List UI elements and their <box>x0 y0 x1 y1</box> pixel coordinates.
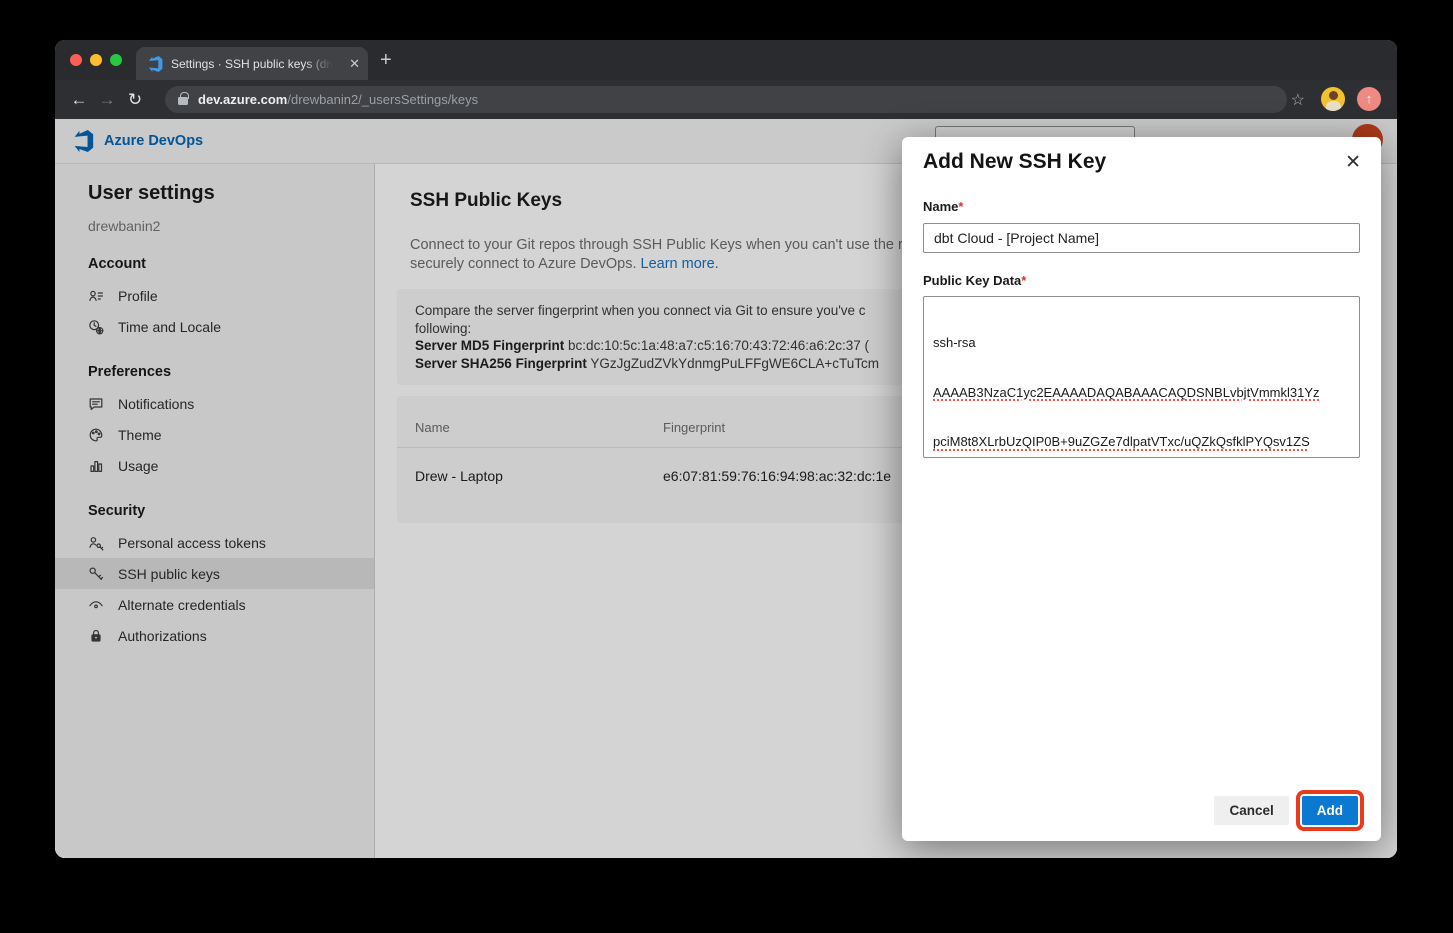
cancel-button[interactable]: Cancel <box>1214 796 1288 825</box>
address-bar[interactable]: dev.azure.com/drewbanin2/_usersSettings/… <box>165 86 1287 113</box>
close-icon[interactable]: ✕ <box>1345 151 1361 174</box>
browser-toolbar: ← → ↻ dev.azure.com/drewbanin2/_usersSet… <box>55 80 1397 119</box>
back-icon[interactable]: ← <box>65 90 93 110</box>
forward-icon[interactable]: → <box>93 90 121 110</box>
new-tab-button[interactable]: + <box>380 49 392 72</box>
name-field[interactable] <box>923 223 1360 253</box>
browser-profile-avatar[interactable] <box>1321 87 1345 111</box>
url-host: dev.azure.com <box>198 92 287 107</box>
traffic-minimize-button[interactable] <box>90 54 102 66</box>
traffic-zoom-button[interactable] <box>110 54 122 66</box>
browser-tab-strip: Settings · SSH public keys (dre ✕ + <box>55 40 1397 80</box>
bookmark-star-icon[interactable]: ☆ <box>1291 90 1305 110</box>
browser-tab[interactable]: Settings · SSH public keys (dre ✕ <box>136 47 368 80</box>
url-path: /drewbanin2/_usersSettings/keys <box>287 92 478 107</box>
dialog-footer: Cancel Add <box>1214 796 1363 825</box>
tab-close-icon[interactable]: ✕ <box>349 57 360 70</box>
url-text: dev.azure.com/drewbanin2/_usersSettings/… <box>198 92 478 107</box>
tab-title: Settings · SSH public keys (dre <box>171 57 333 71</box>
lock-icon <box>178 97 188 105</box>
key-line: ssh-rsa <box>933 335 1359 352</box>
add-button[interactable]: Add <box>1302 796 1358 825</box>
dialog-title: Add New SSH Key <box>923 150 1106 174</box>
name-field-label: Name* <box>923 199 963 214</box>
reload-icon[interactable]: ↻ <box>121 90 149 110</box>
key-line: AAAAB3NzaC1yc2EAAAADAQABAAACAQDSNBLvbjtV… <box>933 385 1359 402</box>
browser-window: Settings · SSH public keys (dre ✕ + ← → … <box>55 40 1397 858</box>
traffic-close-button[interactable] <box>70 54 82 66</box>
key-line: pciM8t8XLrbUzQIP0B+9uZGZe7dlpatVTxc/uQZk… <box>933 434 1359 451</box>
desktop-background: Settings · SSH public keys (dre ✕ + ← → … <box>0 0 1453 933</box>
public-key-textarea[interactable]: ssh-rsa AAAAB3NzaC1yc2EAAAADAQABAAACAQDS… <box>923 296 1360 458</box>
add-ssh-key-dialog: Add New SSH Key ✕ Name* Public Key Data*… <box>902 137 1381 841</box>
required-marker: * <box>958 199 963 214</box>
azure-devops-favicon <box>147 56 163 72</box>
public-key-field-label: Public Key Data* <box>923 273 1026 288</box>
required-marker: * <box>1021 273 1026 288</box>
browser-update-icon[interactable]: ↑ <box>1357 87 1381 111</box>
